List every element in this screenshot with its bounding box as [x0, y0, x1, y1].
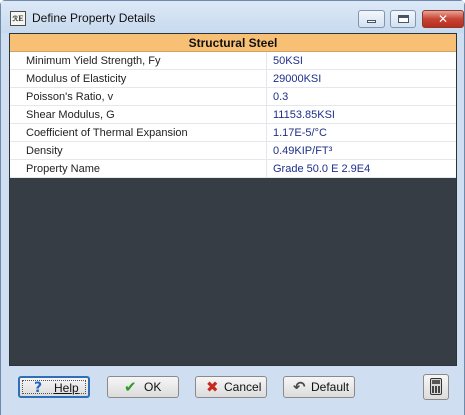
property-value[interactable]: 11153.85KSI [273, 109, 453, 121]
property-value[interactable]: 29000KSI [273, 73, 453, 85]
property-name: Property Name [26, 163, 100, 175]
property-row-poissons-ratio[interactable]: Poisson's Ratio, v 0.3 [10, 88, 456, 106]
maximize-icon [398, 15, 409, 23]
property-row-modulus-of-elasticity[interactable]: Modulus of Elasticity 29000KSI [10, 70, 456, 88]
cancel-x-icon: ✖ [206, 378, 219, 396]
dialog-footer: ? Help ✔ OK ✖ Cancel ↶ Default [1, 367, 464, 415]
property-value[interactable]: 0.49KIP/FT³ [273, 145, 453, 157]
property-name: Coefficient of Thermal Expansion [26, 127, 188, 139]
property-row-thermal-expansion[interactable]: Coefficient of Thermal Expansion 1.17E-5… [10, 124, 456, 142]
property-name: Poisson's Ratio, v [26, 91, 114, 103]
help-button[interactable]: ? Help [18, 376, 90, 398]
material-header: Structural Steel [10, 34, 456, 52]
property-row-shear-modulus[interactable]: Shear Modulus, G 11153.85KSI [10, 106, 456, 124]
default-button[interactable]: ↶ Default [283, 376, 355, 398]
window-title: Define Property Details [32, 11, 156, 25]
property-name: Minimum Yield Strength, Fy [26, 55, 161, 67]
property-name: Modulus of Elasticity [26, 73, 127, 85]
property-value[interactable]: 50KSI [273, 55, 453, 67]
calculator-keys [432, 386, 440, 393]
property-value[interactable]: Grade 50.0 E 2.9E4 [273, 163, 453, 175]
column-divider [266, 52, 267, 69]
property-row-property-name[interactable]: Property Name Grade 50.0 E 2.9E4 [10, 160, 456, 178]
close-icon: ✕ [437, 12, 449, 26]
calculator-screen [432, 380, 440, 384]
calculator-button[interactable] [423, 374, 449, 400]
column-divider [266, 124, 267, 141]
app-icon: ℛE [10, 11, 26, 26]
property-row-yield-strength[interactable]: Minimum Yield Strength, Fy 50KSI [10, 52, 456, 70]
ok-button-label: OK [144, 380, 162, 394]
property-value[interactable]: 0.3 [273, 91, 453, 103]
property-grid: Structural Steel Minimum Yield Strength,… [9, 33, 457, 366]
column-divider [266, 70, 267, 87]
cancel-button-label: Cancel [224, 380, 262, 394]
property-value[interactable]: 1.17E-5/°C [273, 127, 453, 139]
calculator-icon [430, 378, 442, 395]
close-button[interactable]: ✕ [422, 10, 464, 28]
undo-arrow-icon: ↶ [293, 378, 306, 396]
property-row-density[interactable]: Density 0.49KIP/FT³ [10, 142, 456, 160]
default-button-label: Default [311, 380, 350, 394]
property-name: Shear Modulus, G [26, 109, 115, 121]
checkmark-icon: ✔ [124, 378, 137, 396]
minimize-button[interactable] [358, 10, 385, 28]
property-name: Density [26, 145, 63, 157]
ok-button[interactable]: ✔ OK [107, 376, 179, 398]
property-table: Minimum Yield Strength, Fy 50KSI Modulus… [10, 52, 456, 178]
maximize-button[interactable] [390, 10, 416, 28]
column-divider [266, 106, 267, 123]
column-divider [266, 160, 267, 177]
minimize-icon [367, 20, 376, 23]
help-button-label: Help [54, 381, 79, 395]
column-divider [266, 88, 267, 105]
define-property-details-dialog: ℛE Define Property Details ✕ Structural … [0, 0, 465, 415]
cancel-button[interactable]: ✖ Cancel [195, 376, 267, 398]
title-bar[interactable]: ℛE Define Property Details ✕ [1, 1, 464, 33]
column-divider [266, 142, 267, 159]
help-icon: ? [34, 380, 43, 396]
